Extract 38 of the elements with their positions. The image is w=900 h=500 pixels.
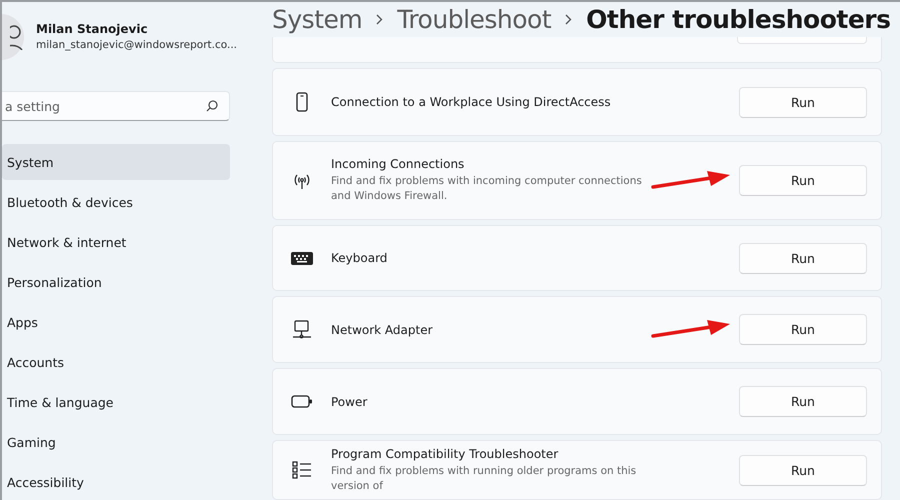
troubleshooter-description: Find and fix problems with incoming computer connections and Windows Firewall. bbox=[331, 174, 643, 204]
chevron-icon bbox=[376, 14, 384, 25]
computer-network-icon bbox=[292, 320, 312, 339]
nav-item[interactable]: Bluetooth & devices bbox=[2, 184, 230, 220]
search-field[interactable]: a setting bbox=[2, 91, 230, 121]
nav-item[interactable]: Time & language bbox=[2, 384, 230, 420]
run-button[interactable]: Run bbox=[739, 242, 867, 274]
troubleshooter-title: Incoming Connections bbox=[331, 157, 466, 171]
run-button[interactable]: Run bbox=[739, 386, 867, 417]
nav-item[interactable]: Personalization bbox=[2, 264, 230, 300]
run-button[interactable]: Run bbox=[739, 314, 867, 345]
run-button[interactable]: Run bbox=[739, 165, 867, 196]
troubleshooter-title: Power bbox=[331, 394, 368, 408]
chevron-icon bbox=[565, 14, 572, 25]
user-email: milan_stanojevic@windowsreport.co... bbox=[36, 39, 238, 52]
troubleshooter-description: Find and fix problems with running older programs on this version of bbox=[331, 464, 638, 494]
troubleshooter-title: Connection to a Workplace Using DirectAccess bbox=[331, 95, 612, 109]
troubleshooter-title: Program Compatibility Troubleshooter bbox=[331, 446, 560, 460]
user-name: Milan Stanojevic bbox=[36, 22, 149, 36]
nav-item[interactable]: Accessibility bbox=[2, 464, 230, 500]
phone-icon bbox=[296, 92, 308, 112]
nav-item[interactable]: Network & internet bbox=[2, 224, 230, 260]
nav-item[interactable]: Accounts bbox=[2, 344, 230, 380]
breadcrumb-item: Other troubleshooters bbox=[586, 5, 890, 34]
run-button[interactable]: Run bbox=[739, 454, 867, 486]
person-icon bbox=[10, 24, 24, 50]
breadcrumb-item[interactable]: Troubleshoot bbox=[397, 5, 552, 34]
nav-item[interactable]: Apps bbox=[2, 304, 230, 340]
keyboard-icon bbox=[291, 252, 313, 264]
run-button[interactable]: Run bbox=[739, 86, 867, 118]
nav-item[interactable]: System bbox=[2, 144, 230, 180]
search-icon[interactable] bbox=[206, 100, 218, 112]
list-icon bbox=[292, 461, 312, 479]
breadcrumb-item[interactable]: System bbox=[272, 5, 362, 34]
nav-item[interactable]: Gaming bbox=[2, 424, 230, 460]
troubleshooter-title: Keyboard bbox=[331, 251, 388, 265]
troubleshooter-title: Network Adapter bbox=[331, 322, 434, 336]
battery-icon bbox=[291, 395, 313, 408]
